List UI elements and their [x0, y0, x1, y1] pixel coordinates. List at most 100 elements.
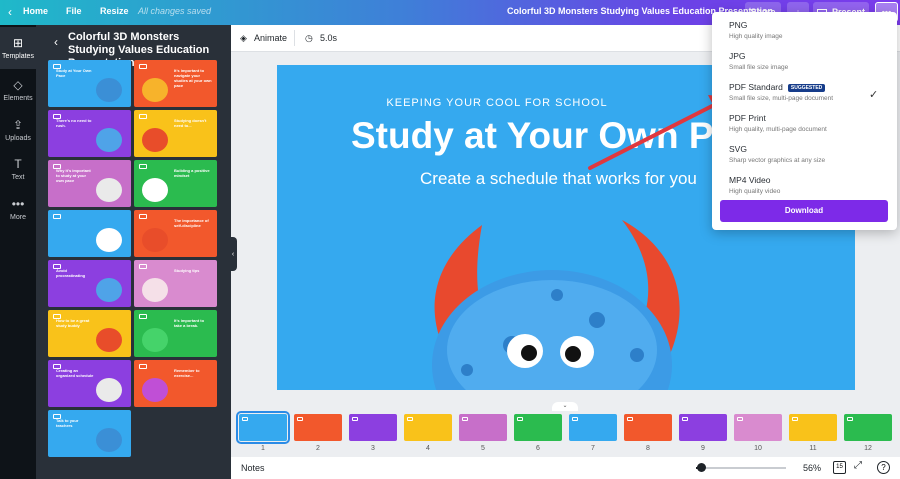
rail-uploads[interactable]: ⇪ Uploads: [0, 109, 36, 151]
format-option[interactable]: PDF Standard SUGGESTED Small file size, mu…: [729, 82, 889, 102]
thumbnail-illustration: [96, 178, 122, 202]
template-thumbnail-text: There's no need to rush.: [56, 118, 92, 128]
template-thumbnail[interactable]: How to be a great study buddy: [48, 310, 131, 357]
slide-icon: [407, 417, 413, 421]
page-thumbnail[interactable]: [459, 414, 507, 441]
template-thumbnail[interactable]: Studying tips: [134, 260, 217, 307]
template-thumbnail-text: Creating an organized schedule: [56, 368, 94, 378]
rail-more[interactable]: ••• More: [0, 188, 36, 230]
page-thumbnail[interactable]: [294, 414, 342, 441]
template-thumbnail[interactable]: It's important to take a break.: [134, 310, 217, 357]
slide-icon: [682, 417, 688, 421]
page-thumbnail[interactable]: [404, 414, 452, 441]
page-number: 5: [481, 445, 485, 452]
slide-icon: [139, 64, 147, 69]
format-name: PDF Standard: [729, 82, 783, 92]
home-button[interactable]: Home: [23, 6, 48, 16]
page-thumbnail[interactable]: [844, 414, 892, 441]
fullscreen-icon[interactable]: ⤢: [854, 460, 862, 471]
notes-button[interactable]: Notes: [241, 463, 265, 473]
page-thumbnail[interactable]: [734, 414, 782, 441]
slide-icon: [139, 364, 147, 369]
template-thumbnail[interactable]: It's important to navigate your studies …: [134, 60, 217, 107]
toolbar-divider: [294, 30, 295, 46]
template-thumbnail[interactable]: [48, 210, 131, 257]
download-confirm-button[interactable]: Download: [720, 200, 888, 222]
slide-icon: [139, 314, 147, 319]
format-option[interactable]: SVG Sharp vector graphics at any size: [729, 144, 889, 164]
page-thumbnail[interactable]: [789, 414, 837, 441]
rail-label: More: [10, 214, 26, 221]
page-number: 10: [754, 445, 762, 452]
slide-icon: [297, 417, 303, 421]
format-option[interactable]: PDF Print High quality, multi-page docume…: [729, 113, 889, 133]
slide-icon: [847, 417, 853, 421]
suggested-badge: SUGGESTED: [787, 83, 826, 92]
format-option[interactable]: PNG High quality image: [729, 20, 889, 40]
page-thumbnail[interactable]: [679, 414, 727, 441]
template-thumbnail-text: How to be a great study buddy: [56, 318, 90, 328]
rail-label: Templates: [2, 53, 34, 60]
animate-button[interactable]: Animate: [254, 33, 287, 43]
thumbnail-illustration: [96, 428, 122, 452]
download-format-dropdown: PNG High quality image JPG Small file size …: [712, 12, 897, 230]
template-thumbnail-text: Studying tips: [174, 268, 200, 273]
templates-panel: ‹ Colorful 3D Monsters Studying Values E…: [36, 25, 231, 479]
chevron-down-icon: ⌄: [562, 403, 568, 409]
rail-text[interactable]: T Text: [0, 148, 36, 190]
thumbnail-illustration: [96, 328, 122, 352]
rail-label: Uploads: [5, 135, 31, 142]
resize-button[interactable]: Resize: [100, 6, 129, 16]
template-thumbnail[interactable]: The importance of self-discipline: [134, 210, 217, 257]
template-thumbnail[interactable]: Why it's important to study at your own …: [48, 160, 131, 207]
zoom-slider-handle[interactable]: [696, 463, 706, 472]
rail-label: Text: [11, 174, 25, 181]
page-thumbnail[interactable]: [236, 411, 290, 444]
template-thumbnail[interactable]: Building a positive mindset: [134, 160, 217, 207]
template-thumbnail[interactable]: Creating an organized schedule: [48, 360, 131, 407]
template-thumbnail[interactable]: Remember to exercise...: [134, 360, 217, 407]
template-thumbnail-text: Building a positive mindset: [174, 168, 210, 178]
format-name: JPG: [729, 51, 746, 61]
page-thumbnail[interactable]: [624, 414, 672, 441]
expand-pages-toggle[interactable]: ⌄: [552, 402, 578, 411]
thumbnail-illustration: [142, 128, 168, 152]
slide-icon: [792, 417, 798, 421]
page-number: 2: [316, 445, 320, 452]
rail-elements[interactable]: ◇ Elements: [0, 69, 36, 111]
slide-icon: [627, 417, 633, 421]
animate-icon[interactable]: ◈: [240, 33, 247, 44]
page-number: 9: [701, 445, 705, 452]
collapse-panel-handle[interactable]: ‹: [229, 237, 237, 271]
template-thumbnail-text: Why it's important to study at your own …: [56, 168, 91, 183]
page-number: 3: [371, 445, 375, 452]
template-thumbnail-text: It's important to navigate your studies …: [174, 68, 212, 88]
template-thumbnail[interactable]: Study at Your Own Pace: [48, 60, 131, 107]
slide-icon: [139, 214, 147, 219]
template-thumbnail[interactable]: Studying doesn't need to...: [134, 110, 217, 157]
zoom-level[interactable]: 56%: [803, 463, 821, 473]
thumbnail-illustration: [96, 78, 122, 102]
template-thumbnail-text: Studying doesn't need to...: [174, 118, 207, 128]
rail-templates[interactable]: ⊞ Templates: [0, 27, 36, 69]
template-thumbnail[interactable]: Talk to your teachers: [48, 410, 131, 457]
format-option[interactable]: MP4 Video High quality video: [729, 175, 889, 195]
help-icon[interactable]: ?: [877, 461, 890, 474]
file-menu[interactable]: File: [66, 6, 82, 16]
back-chevron-icon[interactable]: ‹: [8, 5, 12, 19]
template-thumbnail-text: It's important to take a break.: [174, 318, 205, 328]
format-option[interactable]: JPG Small file size image: [729, 51, 889, 71]
save-status: All changes saved: [138, 6, 212, 16]
zoom-slider[interactable]: [696, 467, 786, 469]
template-thumbnail[interactable]: Avoid procrastinating: [48, 260, 131, 307]
page-grid-button[interactable]: 15: [833, 461, 846, 474]
slide-icon: [139, 164, 147, 169]
format-description: High quality image: [729, 33, 783, 40]
template-thumbnail[interactable]: There's no need to rush.: [48, 110, 131, 157]
timer-icon[interactable]: ◷: [305, 33, 313, 44]
page-thumbnail[interactable]: [514, 414, 562, 441]
page-thumbnail[interactable]: [569, 414, 617, 441]
page-thumbnail[interactable]: [349, 414, 397, 441]
panel-back-icon[interactable]: ‹: [54, 35, 58, 49]
duration-button[interactable]: 5.0s: [320, 33, 337, 43]
